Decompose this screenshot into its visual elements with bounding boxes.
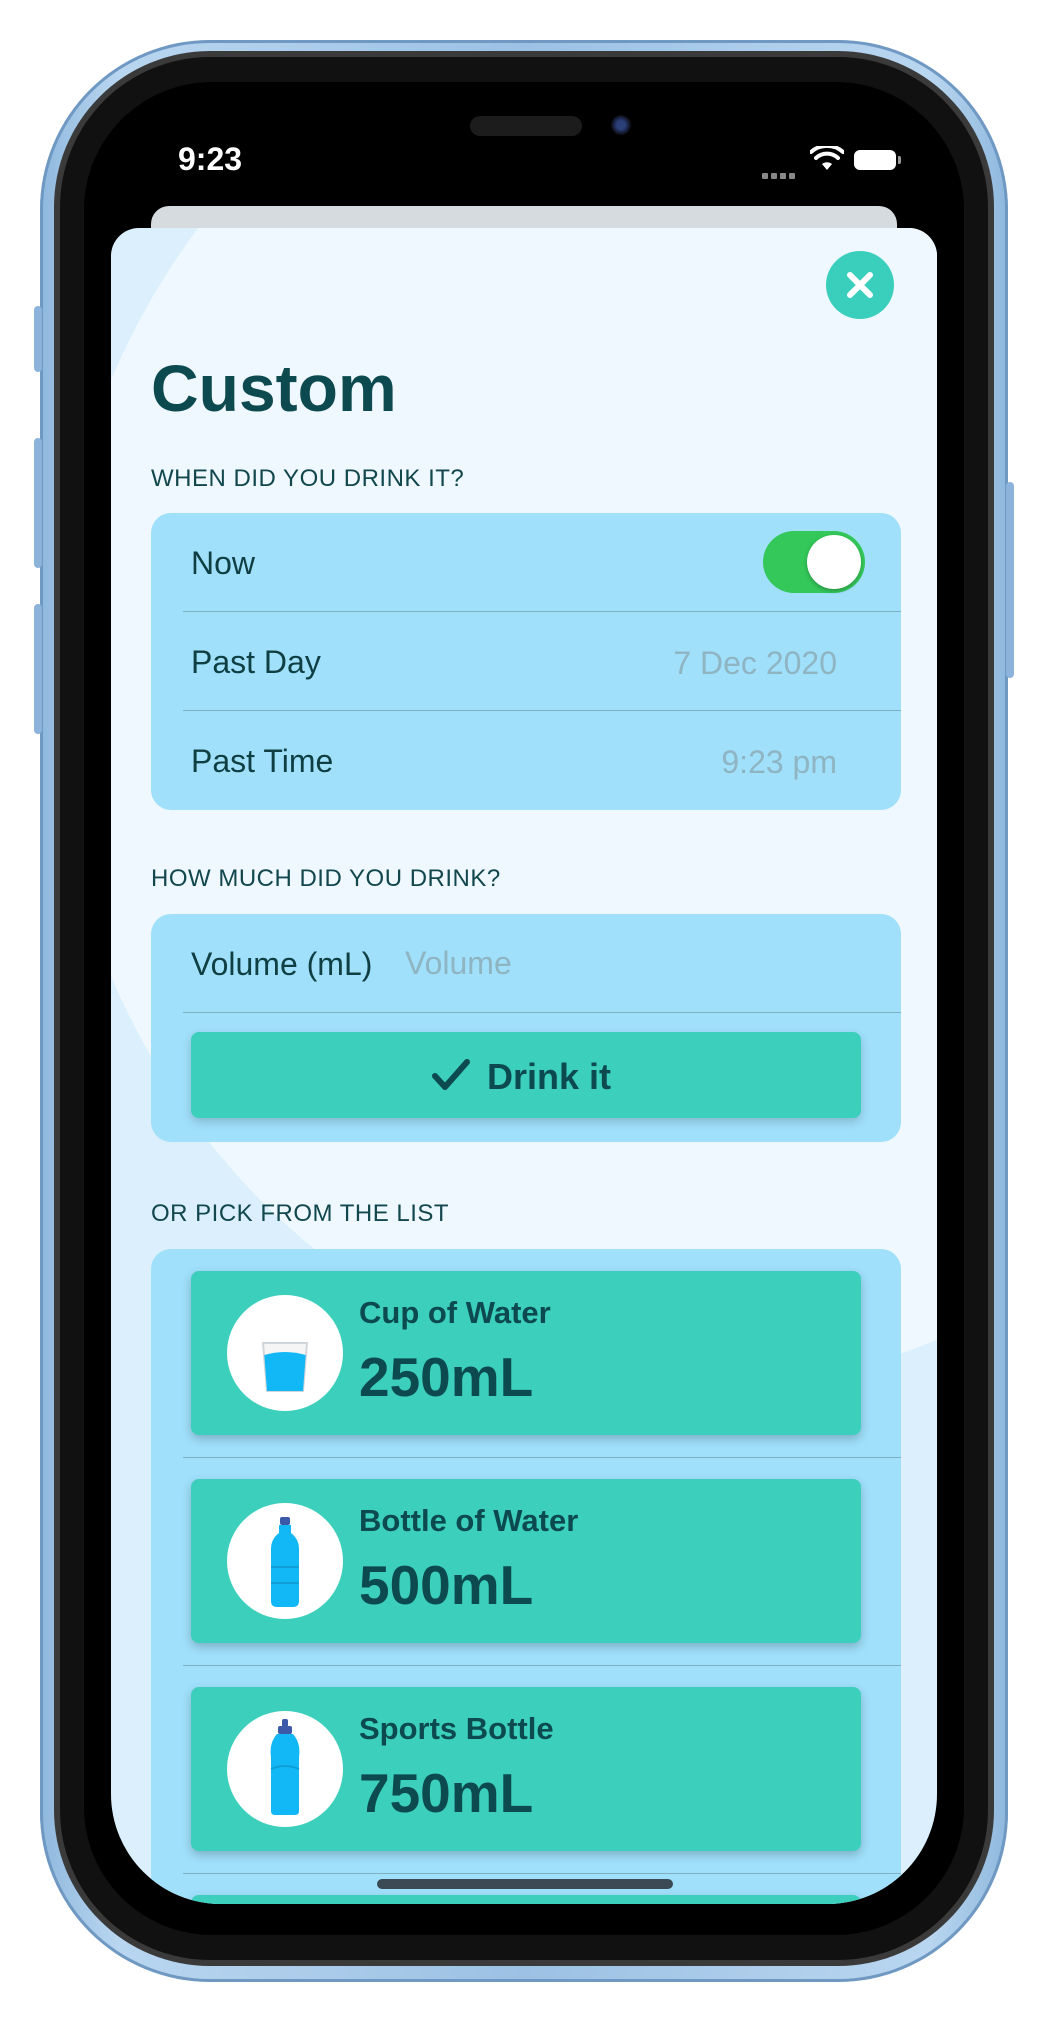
preset-amount: 750mL	[359, 1762, 534, 1824]
toggle-knob	[807, 535, 861, 589]
custom-drink-sheet: Custom WHEN DID YOU DRINK IT? Now Past D…	[111, 228, 937, 1904]
now-label: Now	[191, 545, 256, 581]
bottle-icon	[271, 1517, 299, 1607]
past-day-value: 7 Dec 2020	[673, 645, 837, 681]
drink-it-label: Drink it	[487, 1056, 612, 1097]
volume-label: Volume (mL)	[191, 946, 373, 982]
preset-name: Bottle of Water	[359, 1503, 579, 1538]
wifi-icon	[810, 146, 844, 170]
preset-bottle-of-water[interactable]: Bottle of Water 500mL	[191, 1479, 861, 1643]
past-time-row[interactable]: Past Time 9:23 pm	[151, 711, 901, 809]
preset-name: Sports Bottle	[359, 1711, 554, 1746]
preset-icon-circle	[227, 1503, 343, 1619]
past-time-value: 9:23 pm	[721, 744, 837, 780]
drink-it-button[interactable]: Drink it	[191, 1032, 861, 1118]
how-much-group: Volume (mL) Drink it	[151, 914, 901, 1142]
now-toggle[interactable]	[763, 531, 865, 593]
past-day-label: Past Day	[191, 644, 321, 680]
divider	[183, 1665, 901, 1666]
divider	[183, 1012, 901, 1013]
when-section-label: WHEN DID YOU DRINK IT?	[151, 465, 465, 492]
past-time-label: Past Time	[191, 743, 334, 779]
signal-icon	[762, 166, 798, 184]
preset-amount: 500mL	[359, 1554, 534, 1616]
earpiece-speaker	[470, 116, 582, 136]
preset-icon-circle	[227, 1295, 343, 1411]
cup-icon	[261, 1342, 309, 1392]
power-button	[1006, 482, 1014, 678]
preset-cup-of-water[interactable]: Cup of Water 250mL	[191, 1271, 861, 1435]
preset-icon-circle	[227, 1711, 343, 1827]
volume-up-button	[34, 438, 42, 568]
battery-icon	[854, 150, 901, 170]
now-row: Now	[151, 513, 901, 611]
checkmark-icon	[432, 1059, 470, 1090]
close-button[interactable]	[826, 251, 894, 319]
page-title: Custom	[151, 351, 397, 425]
preset-next-item[interactable]	[191, 1895, 861, 1904]
front-camera	[611, 115, 631, 135]
preset-list: Cup of Water 250mL Bottle of Water 500mL	[151, 1249, 901, 1904]
sports-bottle-icon	[270, 1719, 300, 1815]
preset-sports-bottle[interactable]: Sports Bottle 750mL	[191, 1687, 861, 1851]
divider	[183, 1873, 901, 1874]
how-much-section-label: HOW MUCH DID YOU DRINK?	[151, 865, 501, 892]
volume-down-button	[34, 604, 42, 734]
close-icon	[847, 272, 873, 298]
preset-name: Cup of Water	[359, 1295, 551, 1330]
volume-row: Volume (mL)	[151, 914, 901, 1012]
preset-amount: 250mL	[359, 1346, 534, 1408]
divider	[183, 1457, 901, 1458]
list-section-label: OR PICK FROM THE LIST	[151, 1200, 450, 1227]
status-time: 9:23	[178, 141, 243, 177]
past-day-row[interactable]: Past Day 7 Dec 2020	[151, 612, 901, 710]
silent-switch	[34, 306, 42, 372]
status-icons	[762, 146, 912, 179]
volume-input[interactable]	[403, 944, 827, 983]
home-indicator	[377, 1879, 673, 1889]
when-group: Now Past Day 7 Dec 2020 Past Time 9:23 p…	[151, 513, 901, 810]
